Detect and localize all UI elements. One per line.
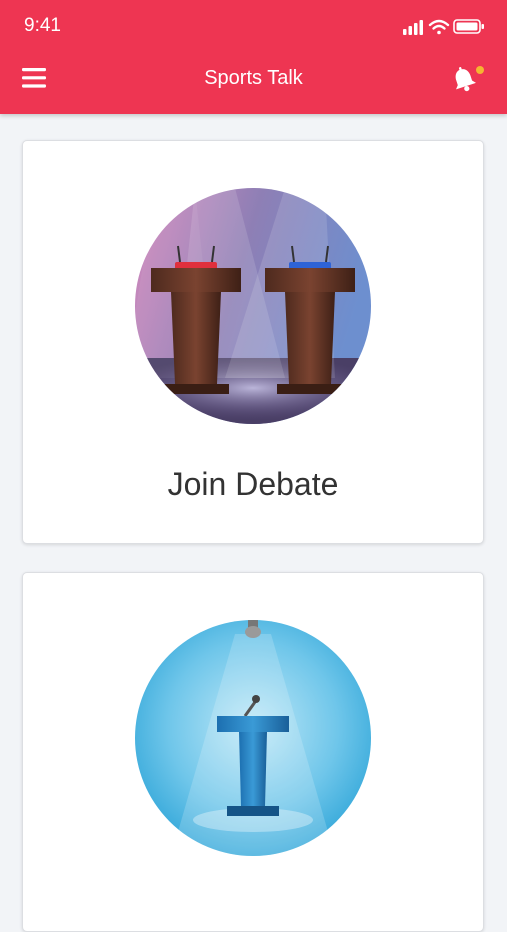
- join-debate-card[interactable]: Join Debate: [22, 140, 484, 544]
- page-title: Sports Talk: [204, 67, 303, 89]
- app-bar: 9:41 Sports Talk: [0, 0, 507, 114]
- signal-icon: [403, 20, 423, 35]
- status-time: 9:41: [24, 15, 61, 36]
- join-debate-label: Join Debate: [167, 466, 339, 502]
- debate-podiums-illustration: [135, 188, 371, 424]
- notification-badge: [476, 66, 484, 74]
- wifi-icon: [428, 19, 450, 35]
- notification-button[interactable]: [450, 64, 486, 96]
- bell-icon: [455, 67, 476, 92]
- speaker-podium-illustration: [135, 620, 371, 856]
- battery-icon: [453, 19, 484, 34]
- status-icons: [403, 16, 485, 38]
- speaker-card[interactable]: [22, 572, 484, 932]
